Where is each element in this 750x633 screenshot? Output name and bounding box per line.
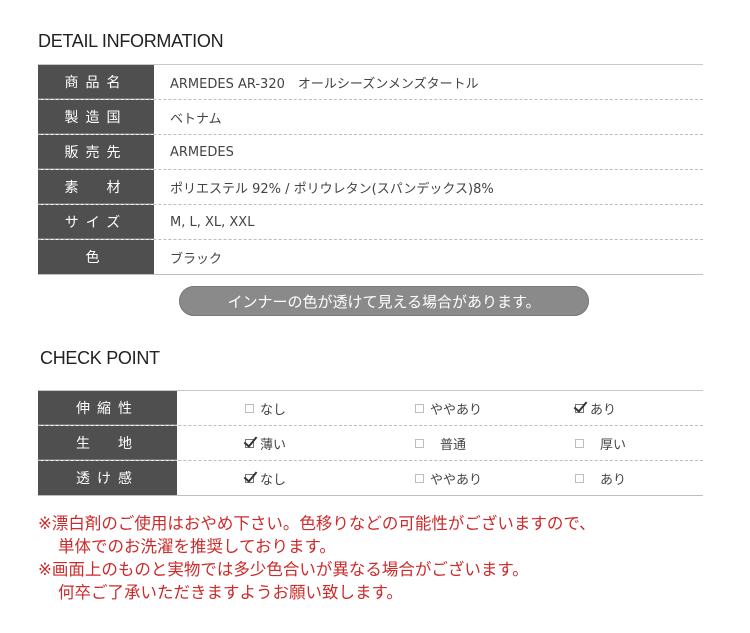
detail-value: ARMEDES [170, 144, 234, 160]
check-section-title: CHECK POINT [40, 348, 160, 368]
checkbox-icon [415, 438, 424, 448]
check-option-label: あり [590, 402, 617, 418]
check-options: 薄い 普通 厚い [177, 426, 703, 460]
check-option: あり [575, 391, 616, 425]
check-label: 透け感 [38, 461, 177, 495]
check-option: ややあり [415, 391, 482, 425]
detail-row-product-name: 商品名 ARMEDES AR-320 オールシーズンメンズタートル [38, 65, 703, 100]
check-option-label: 薄い [260, 437, 287, 453]
detail-label: 素 材 [38, 170, 154, 204]
check-label: 生 地 [38, 426, 177, 460]
detail-row-color: 色 ブラック [38, 240, 703, 275]
check-row-stretch: 伸縮性 なし ややあり あり [38, 391, 703, 426]
check-option: あり [575, 461, 626, 495]
detail-row-size: サイズ M, L, XL, XXL [38, 205, 703, 240]
check-options: なし ややあり あり [177, 461, 703, 495]
care-notes: ※漂白剤のご使用はおやめ下さい。色移りなどの可能性がございますので、 単体でのお… [38, 512, 738, 604]
check-option-label: ややあり [430, 402, 483, 418]
check-point-table: 伸縮性 なし ややあり あり 生 地 薄い 普通 厚い 透け感 なし ややあり … [38, 390, 703, 496]
detail-label: 色 [38, 240, 154, 274]
check-option: 普通 [415, 426, 466, 460]
checkbox-icon [415, 403, 424, 413]
check-option: ややあり [415, 461, 482, 495]
checkmark-icon [575, 403, 584, 413]
check-row-fabric: 生 地 薄い 普通 厚い [38, 426, 703, 461]
note-line: 何卒ご了承いただきますようお願い致します。 [58, 583, 403, 602]
detail-label: 製造国 [38, 100, 154, 134]
check-label: 伸縮性 [38, 391, 177, 425]
detail-label: サイズ [38, 205, 154, 239]
check-option-label: ややあり [430, 472, 483, 488]
checkbox-icon [415, 473, 424, 483]
detail-label: 商品名 [38, 65, 154, 99]
detail-value: ベトナム [170, 111, 222, 127]
detail-row-country: 製造国 ベトナム [38, 100, 703, 135]
checkmark-icon [245, 438, 254, 448]
see-through-notice-badge: インナーの色が透けて見える場合があります。 [179, 286, 589, 316]
check-option: なし [245, 391, 286, 425]
detail-section-title: DETAIL INFORMATION [38, 31, 224, 51]
check-option-label: 普通 [440, 437, 467, 453]
note-line: ※漂白剤のご使用はおやめ下さい。色移りなどの可能性がございますので、 [38, 514, 596, 533]
check-row-transparency: 透け感 なし ややあり あり [38, 461, 703, 496]
checkbox-icon [245, 403, 254, 413]
detail-table: 商品名 ARMEDES AR-320 オールシーズンメンズタートル 製造国 ベト… [38, 64, 703, 275]
note-line: ※画面上のものと実物では多少色合いが異なる場合がございます。 [38, 560, 529, 579]
detail-value: M, L, XL, XXL [170, 214, 255, 230]
check-option: なし [245, 461, 286, 495]
check-option-label: なし [260, 472, 287, 488]
detail-row-material: 素 材 ポリエステル 92% / ポリウレタン(スパンデックス)8% [38, 170, 703, 205]
checkbox-icon [575, 473, 584, 483]
checkmark-icon [245, 473, 254, 483]
checkbox-icon [575, 438, 584, 448]
check-option: 薄い [245, 426, 286, 460]
detail-row-seller: 販売先 ARMEDES [38, 135, 703, 170]
detail-label: 販売先 [38, 135, 154, 169]
check-option: 厚い [575, 426, 626, 460]
check-option-label: 厚い [600, 437, 627, 453]
detail-value: ARMEDES AR-320 オールシーズンメンズタートル [170, 76, 479, 92]
detail-value: ポリエステル 92% / ポリウレタン(スパンデックス)8% [170, 181, 494, 197]
check-options: なし ややあり あり [177, 391, 703, 425]
detail-value: ブラック [170, 251, 223, 267]
check-option-label: あり [600, 472, 627, 488]
note-line: 単体でのお洗濯を推奨しております。 [58, 537, 336, 556]
check-option-label: なし [260, 402, 287, 418]
